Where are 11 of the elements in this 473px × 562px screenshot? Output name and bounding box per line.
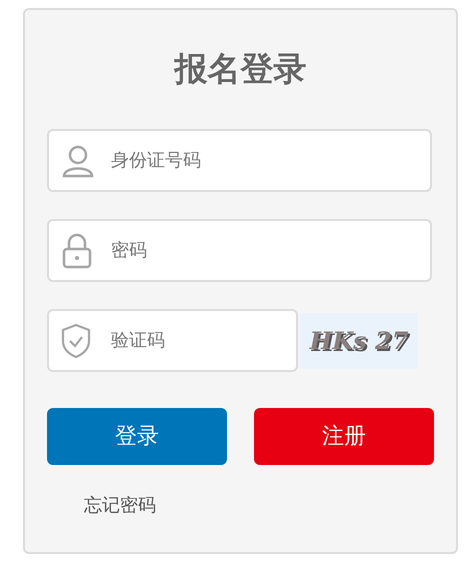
input-field[interactable]: 密码: [47, 219, 432, 282]
forgot-password-link[interactable]: 忘记密码: [84, 492, 156, 519]
input-field[interactable]: 验证码: [47, 309, 298, 372]
user-icon: [61, 144, 95, 178]
captcha-image[interactable]: HKs 27: [300, 312, 418, 368]
input-field[interactable]: 身份证号码: [47, 129, 432, 192]
shield-check-icon: [61, 322, 91, 358]
form-title: 报名登录: [174, 52, 306, 85]
register-button[interactable]: 注册: [254, 408, 434, 465]
login-button[interactable]: 登录: [47, 408, 227, 465]
lock-icon: [61, 232, 93, 268]
